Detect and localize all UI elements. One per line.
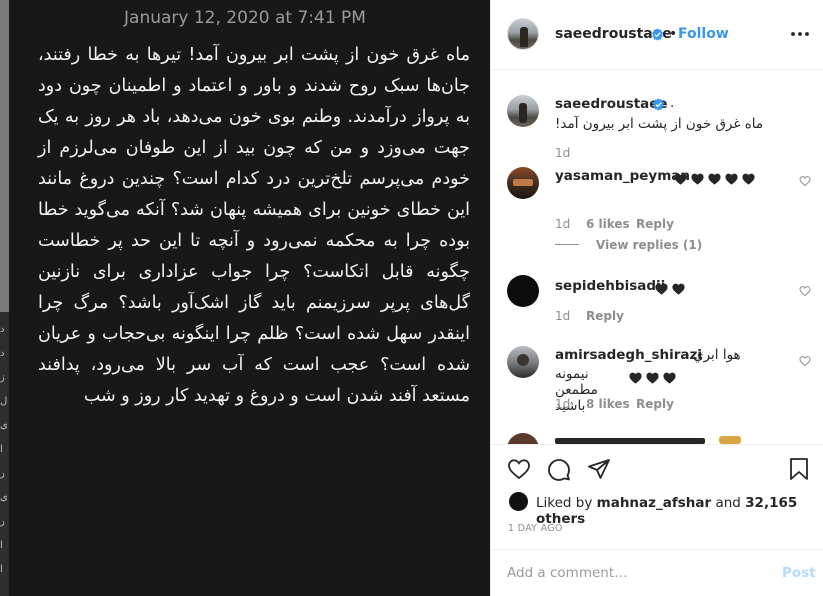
comment-time: 1d: [555, 309, 571, 323]
comment-likes[interactable]: 6 likes: [586, 217, 630, 231]
comment-username[interactable]: sepidehbisadii: [555, 278, 665, 294]
post-panel: saeedroustaee • Follow saeedroustaee . م…: [490, 0, 823, 596]
black-heart-emoji-icon: [646, 372, 659, 384]
verified-badge-icon: [653, 98, 664, 111]
caption: saeedroustaee . ماه غرق خون از پشت ابر ب…: [507, 93, 817, 163]
commenter-avatar[interactable]: [507, 167, 539, 199]
like-heart-icon[interactable]: [507, 457, 531, 481]
likes-summary: Liked by mahnaz_afshar and 32,165 others: [536, 495, 823, 527]
post-header: saeedroustaee • Follow: [491, 0, 823, 70]
add-comment-bar: Post: [491, 549, 823, 596]
caption-text: ماه غرق خون از پشت ابر بیرون آمد!: [555, 116, 764, 132]
share-paper-plane-icon[interactable]: [587, 457, 611, 481]
comment-bubble-icon[interactable]: [547, 457, 571, 481]
comment-text-line1: هوا ابري: [693, 347, 741, 363]
comments-list[interactable]: saeedroustaee . ماه غرق خون از پشت ابر ب…: [491, 71, 823, 444]
caption-suffix: .: [670, 95, 675, 111]
comment-hearts: [654, 279, 694, 298]
replies-divider: [555, 244, 579, 245]
strip-glyph: ر: [0, 516, 5, 527]
likes-mid: and: [715, 495, 741, 511]
caption-avatar[interactable]: [507, 95, 539, 127]
post-photo[interactable]: ددزلیاریراا January 12, 2020 at 7:41 PM …: [0, 0, 490, 596]
commenter-avatar[interactable]: [507, 346, 539, 378]
comment-item: amirsadegh_shirazi هوا ابري نیمونه مطمعن…: [507, 345, 817, 420]
strip-glyph: ا: [0, 444, 3, 455]
author-avatar[interactable]: [507, 18, 539, 50]
black-heart-emoji-icon: [725, 173, 738, 185]
black-heart-emoji-icon: [655, 283, 668, 295]
reply-button[interactable]: Reply: [586, 309, 624, 323]
comment-likes[interactable]: 8 likes: [586, 397, 630, 411]
liker-avatar[interactable]: [509, 492, 528, 511]
liked-by-username[interactable]: mahnaz_afshar: [597, 495, 712, 511]
strip-glyph: ر: [0, 468, 5, 479]
comment-hearts: [673, 169, 763, 188]
black-heart-emoji-icon: [742, 173, 755, 185]
black-heart-emoji-icon: [691, 173, 704, 185]
post-time-ago: 1 DAY AGO: [508, 523, 563, 534]
comment-item: yasaman_peyman 1d 6 likes Reply View rep…: [507, 165, 817, 255]
comment-hearts: [628, 368, 690, 387]
save-bookmark-icon[interactable]: [787, 457, 811, 481]
strip-glyph: ل: [0, 396, 8, 407]
strip-glyph: ی: [0, 492, 8, 503]
post-actions: Liked by mahnaz_afshar and 32,165 others…: [491, 444, 823, 540]
black-heart-emoji-icon: [663, 372, 676, 384]
comment-username[interactable]: amirsadegh_shirazi: [555, 347, 702, 363]
caption-time: 1d: [555, 146, 571, 160]
add-comment-input[interactable]: [507, 563, 767, 583]
reply-button[interactable]: Reply: [636, 397, 674, 411]
left-edge-strip: د د ز ل ی ا ر ی ر ا ا: [0, 0, 9, 596]
reply-button[interactable]: Reply: [636, 217, 674, 231]
black-heart-emoji-icon: [629, 372, 642, 384]
likes-prefix: Liked by: [536, 495, 593, 511]
instagram-post-view: ددزلیاریراا January 12, 2020 at 7:41 PM …: [0, 0, 823, 596]
strip-glyph: ز: [0, 372, 5, 383]
strip-glyph: د: [0, 324, 5, 335]
header-dot: •: [669, 26, 678, 42]
like-comment-heart-icon[interactable]: [799, 355, 811, 367]
black-heart-emoji-icon: [708, 173, 721, 185]
verified-badge-icon: [652, 28, 663, 41]
like-comment-heart-icon[interactable]: [799, 175, 811, 187]
black-heart-emoji-icon: [672, 283, 685, 295]
follow-button[interactable]: Follow: [678, 26, 729, 42]
photo-date: January 12, 2020 at 7:41 PM: [124, 8, 366, 28]
strip-glyphs: د د ز ل ی ا ر ی ر ا ا: [0, 318, 9, 582]
commenter-avatar[interactable]: [507, 275, 539, 307]
comment-username[interactable]: yasaman_peyman: [555, 168, 690, 184]
like-comment-heart-icon[interactable]: [799, 285, 811, 297]
strip-glyph: د: [0, 348, 5, 359]
strip-glyph: ا: [0, 540, 3, 551]
photo-text: ماه غرق خون از پشت ابر بیرون آمد! تیرها …: [38, 45, 470, 406]
comment-time: 1d: [555, 397, 571, 411]
view-replies-button[interactable]: View replies (1): [596, 238, 702, 252]
more-horizontal-icon[interactable]: [790, 24, 810, 44]
comment-item-partial: [507, 433, 817, 444]
comment-item: sepidehbisadii 1d Reply: [507, 272, 817, 332]
strip-glyph: ا: [0, 564, 3, 575]
black-heart-emoji-icon: [674, 173, 687, 185]
strip-glyph: ی: [0, 420, 8, 431]
commenter-avatar[interactable]: [507, 433, 539, 444]
post-comment-button[interactable]: Post: [782, 565, 816, 581]
caption-username[interactable]: saeedroustaee: [555, 96, 668, 112]
comment-time: 1d: [555, 217, 571, 231]
